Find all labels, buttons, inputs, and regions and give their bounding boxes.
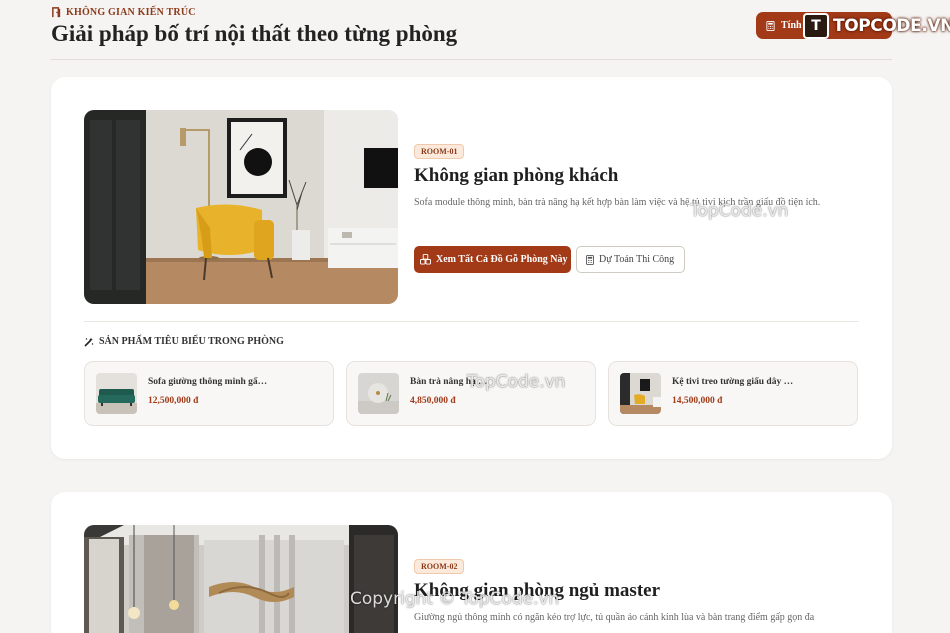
product-name: Kệ tivi treo tường giấu dây …	[672, 377, 794, 387]
product-card[interactable]: Bàn trà nâng hạ … 4,850,000 đ	[346, 361, 596, 426]
product-card[interactable]: Sofa giường thông minh gấ… 12,500,000 đ	[84, 361, 334, 426]
door-icon	[52, 7, 61, 18]
page-title: Giải pháp bố trí nội thất theo từng phòn…	[51, 21, 458, 46]
room-card-living: ROOM-01 Không gian phòng khách Sofa modu…	[51, 77, 892, 459]
topcode-logo: T TOPCODE.VN	[803, 13, 950, 39]
room-description: Giường ngủ thông minh có ngăn kéo trợ lự…	[414, 612, 815, 623]
bedroom-image	[84, 525, 398, 633]
magic-wand-icon	[84, 337, 94, 347]
page-header: KHÔNG GIAN KIẾN TRÚC Giải pháp bố trí nộ…	[51, 0, 892, 60]
calculator-icon	[766, 20, 775, 31]
room-title: Không gian phòng ngủ master	[414, 580, 661, 601]
product-price: 4,850,000 đ	[410, 396, 456, 406]
product-name: Sofa giường thông minh gấ…	[148, 377, 268, 387]
view-all-furniture-button[interactable]: Xem Tất Cả Đồ Gỗ Phòng Này	[414, 246, 571, 273]
featured-products-label: SẢN PHẨM TIÊU BIỂU TRONG PHÒNG	[99, 336, 284, 347]
construction-estimate-button[interactable]: Dự Toán Thi Công	[576, 246, 685, 273]
room-description: Sofa module thông minh, bàn trà nâng hạ …	[414, 197, 821, 208]
construction-estimate-label: Dự Toán Thi Công	[599, 254, 675, 265]
product-card[interactable]: Kệ tivi treo tường giấu dây … 14,500,000…	[608, 361, 858, 426]
product-thumbnail	[620, 373, 661, 414]
product-price: 14,500,000 đ	[672, 396, 723, 406]
product-thumbnail	[358, 373, 399, 414]
room-title: Không gian phòng khách	[414, 165, 619, 186]
room-card-bedroom: ROOM-02 Không gian phòng ngủ master Giườ…	[51, 492, 892, 633]
calculator-icon	[586, 254, 594, 265]
living-room-image	[84, 110, 398, 304]
featured-products-heading: SẢN PHẨM TIÊU BIỂU TRONG PHÒNG	[84, 336, 284, 347]
product-name: Bàn trà nâng hạ …	[410, 377, 488, 387]
boxes-icon	[420, 254, 431, 265]
estimate-button-label: Tính	[781, 20, 802, 31]
topcode-logo-badge: T	[803, 13, 829, 39]
product-thumbnail	[96, 373, 137, 414]
room-badge: ROOM-02	[414, 559, 465, 574]
section-divider	[84, 321, 859, 322]
view-all-furniture-label: Xem Tất Cả Đồ Gỗ Phòng Này	[436, 254, 568, 265]
topcode-logo-text: TOPCODE.VN	[833, 16, 950, 36]
room-badge: ROOM-01	[414, 144, 465, 159]
eyebrow: KHÔNG GIAN KIẾN TRÚC	[51, 7, 196, 18]
product-price: 12,500,000 đ	[148, 396, 199, 406]
eyebrow-label: KHÔNG GIAN KIẾN TRÚC	[66, 7, 196, 18]
